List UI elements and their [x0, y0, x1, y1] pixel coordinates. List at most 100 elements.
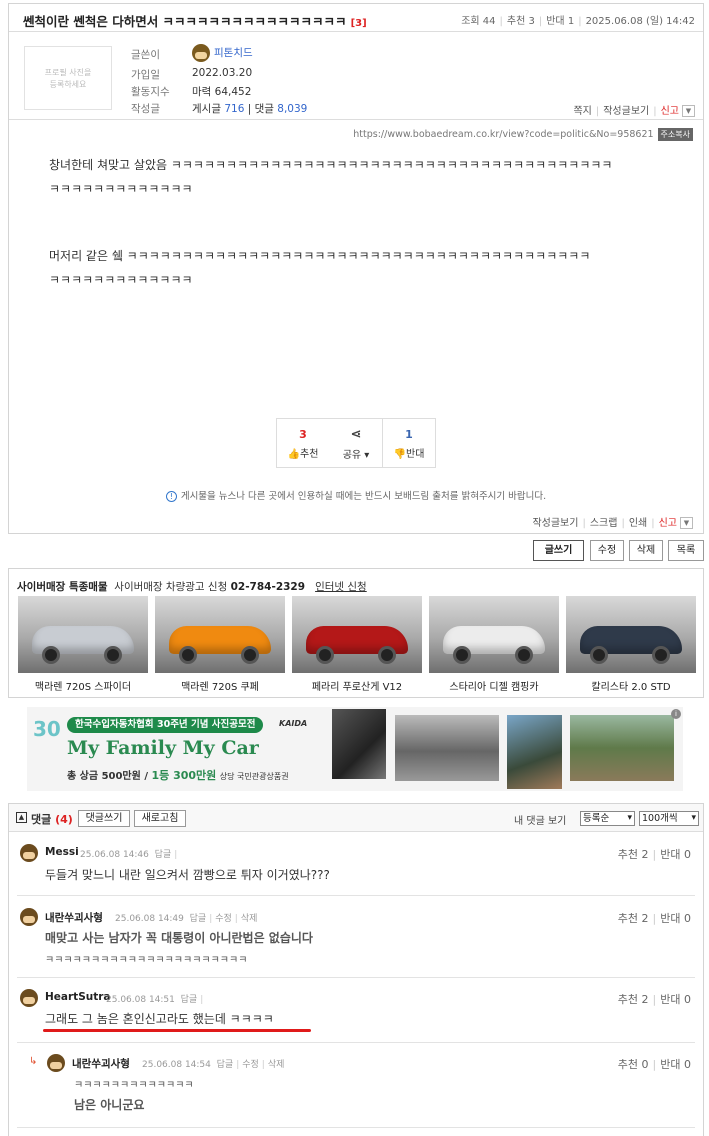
body-line: ㅋㅋㅋㅋㅋㅋㅋㅋㅋㅋㅋㅋㅋ — [49, 273, 193, 287]
car-image[interactable] — [155, 596, 285, 673]
car-image[interactable] — [18, 596, 148, 673]
car-label[interactable]: 맥라렌 720S 스파이더 — [18, 678, 148, 693]
note-link[interactable]: 쪽지 — [573, 106, 591, 117]
reply-link[interactable]: 답글 — [217, 1060, 234, 1070]
list-button[interactable]: 목록 — [668, 540, 704, 561]
ad-photo — [332, 709, 386, 779]
ad-banner[interactable]: 30 한국수입자동차협회 30주년 기념 사진공모전 KAIDA My Fami… — [27, 707, 683, 791]
car-listing[interactable]: 맥라렌 720S 쿠페 — [155, 596, 285, 693]
collapse-icon[interactable]: ▲ — [16, 812, 27, 823]
prize-total: 총 상금 500만원 — [67, 771, 141, 782]
edit-button[interactable]: 수정 — [590, 540, 624, 561]
comment-author[interactable]: 내란쑤괴사형 — [45, 910, 103, 925]
recommend-text: 추천 — [300, 449, 319, 460]
divider — [17, 1127, 695, 1128]
thumbs-down-icon: 👎 — [393, 449, 407, 460]
report-link[interactable]: 신고 — [659, 518, 677, 529]
author-profile: 프로필 사진을 등록하세요 글쓴이 피톤치드 가입일 2022.03.20 활동지… — [9, 32, 703, 120]
car-wheel-shape — [590, 646, 608, 664]
view-posts-link[interactable]: 작성글보기 — [603, 106, 649, 117]
print-link[interactable]: 인쇄 — [629, 518, 647, 529]
comment-author[interactable]: Messi — [45, 846, 79, 858]
car-image[interactable] — [429, 596, 559, 673]
user-avatar-icon — [192, 44, 210, 62]
car-wheel-shape — [316, 646, 334, 664]
comment-author[interactable]: HeartSutra — [45, 991, 111, 1003]
posts-count[interactable]: 716 — [224, 103, 244, 115]
joined-label: 가입일 — [131, 69, 160, 81]
online-apply-link[interactable]: 인터넷 신청 — [315, 581, 367, 593]
red-underline-marker — [43, 1029, 311, 1032]
comment-date: 25.06.08 14:46 — [80, 850, 149, 860]
recommend-count-value: 3 — [299, 428, 307, 441]
car-listing[interactable]: 맥라렌 720S 스파이더 — [18, 596, 148, 693]
activity-value: 마력 64,452 — [192, 86, 252, 98]
comment-text: ㅋㅋㅋㅋㅋㅋㅋㅋㅋㅋㅋㅋㅋㅋㅋㅋㅋㅋㅋㅋㅋㅋ — [45, 955, 248, 966]
write-comment-button[interactable]: 댓글쓰기 — [78, 810, 130, 827]
writer-value[interactable]: 피톤치드 — [192, 44, 253, 62]
car-label[interactable]: 스타리아 디젤 캠핑카 — [429, 678, 559, 693]
car-listing[interactable]: 칼리스타 2.0 STD — [566, 596, 696, 693]
profile-actions: 쪽지 | 작성글보기 | 신고 ▼ — [573, 102, 695, 117]
car-listing[interactable]: 페라리 푸로산게 V12 — [292, 596, 422, 693]
per-page-select[interactable]: 100개씩 — [639, 811, 699, 826]
sort-select[interactable]: 등록순 — [580, 811, 635, 826]
delete-link[interactable]: 삭제 — [268, 1060, 285, 1070]
comment-author[interactable]: 내란쑤괴사형 — [72, 1056, 130, 1071]
comment-votes: 추천 0 | 반대 0 — [617, 1058, 691, 1071]
comment-text: 그래도 그 놈은 혼인신고라도 했는데 ㅋㅋㅋㅋ — [45, 1012, 274, 1026]
post-meta: 조회 44 | 추천 3 | 반대 1 | 2025.06.08 (일) 14:42 — [461, 16, 695, 27]
car-wheel-shape — [453, 646, 471, 664]
edit-link[interactable]: 수정 — [215, 914, 232, 924]
chevron-down-icon[interactable]: ▼ — [682, 105, 695, 117]
comment-recommend[interactable]: 추천 2 — [618, 993, 649, 1006]
view-count: 조회 44 — [461, 16, 496, 27]
oppose-button[interactable]: 1 👎반대 — [382, 418, 436, 468]
ad-prize: 총 상금 500만원 / 1등 300만원 상당 국민관광상품권 — [67, 769, 289, 782]
comment-oppose[interactable]: 반대 0 — [660, 993, 691, 1006]
comment-oppose[interactable]: 반대 0 — [660, 1058, 691, 1071]
comments-title: 댓글 (4) — [31, 811, 73, 827]
ad-info-icon[interactable]: i — [671, 709, 681, 719]
write-button[interactable]: 글쓰기 — [533, 540, 584, 561]
delete-link[interactable]: 삭제 — [241, 914, 258, 924]
comment-date: 25.06.08 14:51 — [106, 995, 175, 1005]
report-link[interactable]: 신고 — [661, 106, 679, 117]
car-listing[interactable]: 스타리아 디젤 캠핑카 — [429, 596, 559, 693]
cyber-sub: 사이버매장 차량광고 신청 — [114, 581, 228, 593]
comment-recommend[interactable]: 추천 2 — [618, 912, 649, 925]
writer-nick[interactable]: 피톤치드 — [214, 47, 253, 59]
comments-header: ▲ 댓글 (4) 댓글쓰기 새로고침 내 댓글 보기 등록순 100개씩 — [9, 804, 703, 832]
chevron-down-icon[interactable]: ▼ — [680, 517, 693, 529]
scrap-link[interactable]: 스크랩 — [590, 518, 618, 529]
reply-link[interactable]: 답글 — [181, 995, 198, 1005]
recommend-button[interactable]: 3 👍추천 — [276, 418, 330, 468]
copy-url-button[interactable]: 주소복사 — [657, 128, 693, 141]
share-button[interactable]: ⋖ 공유 ▾ — [329, 418, 383, 468]
comment-text: ㅋㅋㅋㅋㅋㅋㅋㅋㅋㅋㅋㅋㅋ — [74, 1080, 194, 1091]
car-label[interactable]: 맥라렌 720S 쿠페 — [155, 678, 285, 693]
posts-label: 게시글 — [192, 103, 221, 115]
delete-button[interactable]: 삭제 — [629, 540, 663, 561]
car-label[interactable]: 페라리 푸로산게 V12 — [292, 678, 422, 693]
notice-text: 게시물을 뉴스나 다른 곳에서 인용하실 때에는 반드시 보배드림 출처를 밝혀… — [180, 491, 547, 502]
user-avatar-icon — [20, 989, 38, 1007]
comment-recommend[interactable]: 추천 0 — [618, 1058, 649, 1071]
reply-link[interactable]: 답글 — [155, 850, 172, 860]
comment-oppose[interactable]: 반대 0 — [660, 912, 691, 925]
comment-recommend[interactable]: 추천 2 — [618, 848, 649, 861]
comment-oppose[interactable]: 반대 0 — [660, 848, 691, 861]
view-posts-link[interactable]: 작성글보기 — [532, 518, 578, 529]
edit-link[interactable]: 수정 — [242, 1060, 259, 1070]
car-image[interactable] — [292, 596, 422, 673]
car-image[interactable] — [566, 596, 696, 673]
ad-photo — [507, 715, 562, 789]
reply-link[interactable]: 답글 — [190, 914, 207, 924]
my-comments-link[interactable]: 내 댓글 보기 — [514, 812, 566, 827]
comment-count-badge[interactable]: [3] — [351, 18, 367, 29]
comments-count[interactable]: 8,039 — [277, 103, 307, 115]
comment-text: 매맞고 사는 남자가 꼭 대통령이 아니란법은 없습니다 — [45, 931, 313, 945]
refresh-button[interactable]: 새로고침 — [134, 810, 186, 827]
car-label[interactable]: 칼리스타 2.0 STD — [566, 678, 696, 693]
user-avatar-icon — [20, 844, 38, 862]
